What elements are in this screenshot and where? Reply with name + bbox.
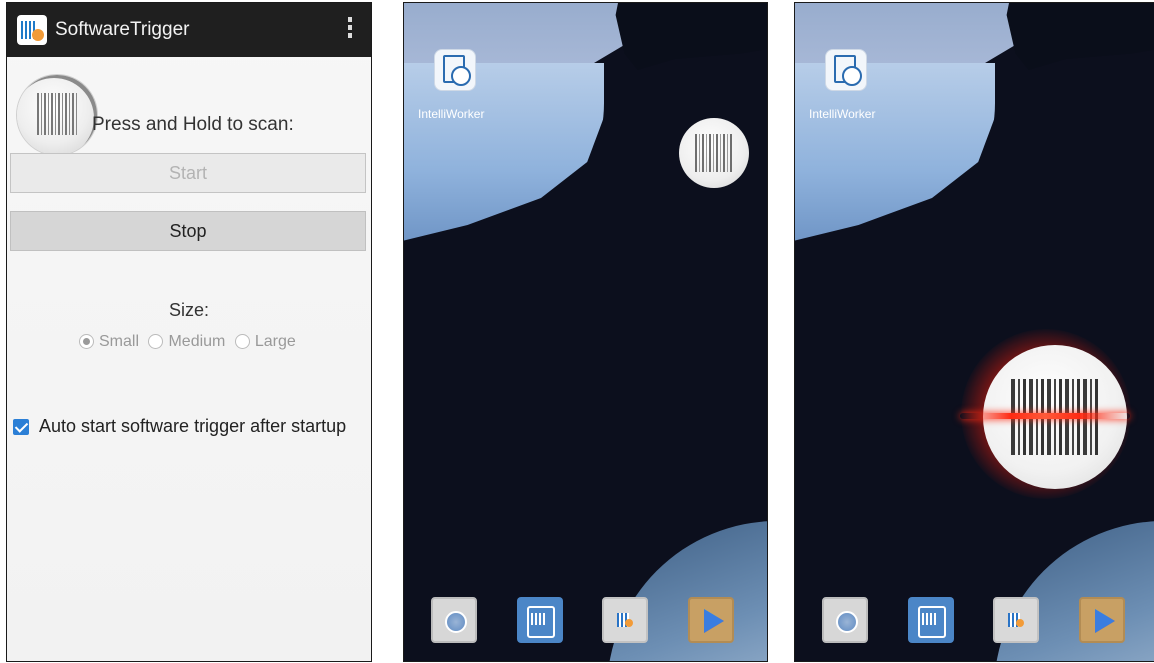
keyboard-app-icon[interactable] [431, 597, 477, 643]
dock [795, 597, 1154, 647]
home-screen-small-trigger: IntelliWorker [403, 2, 768, 662]
software-trigger-app-icon [17, 15, 47, 45]
play-store-icon[interactable] [688, 597, 734, 643]
radio-selected-icon [79, 334, 94, 349]
software-trigger-app-screen: SoftwareTrigger Press and Hold to scan: … [6, 2, 372, 662]
barcode-scan-icon[interactable] [17, 75, 97, 155]
software-trigger-app-icon[interactable] [602, 597, 648, 643]
size-radio-group: Small Medium Large [79, 333, 301, 351]
software-trigger-app-icon[interactable] [993, 597, 1039, 643]
size-option-large[interactable]: Large [234, 333, 301, 351]
laser-line [960, 413, 1130, 419]
auto-start-checkbox[interactable] [13, 419, 29, 435]
size-label: Size: [168, 300, 210, 320]
scan-app-icon[interactable] [908, 597, 954, 643]
app-title: SoftwareTrigger [55, 19, 190, 40]
radio-unselected-icon [234, 334, 250, 349]
wallpaper [404, 63, 604, 243]
intelliworker-app-icon[interactable] [825, 49, 867, 91]
scan-prompt: Press and Hold to scan: [92, 114, 294, 135]
intelliworker-app-icon[interactable] [434, 49, 476, 91]
dock [404, 597, 767, 647]
size-option-small[interactable]: Small [79, 333, 144, 351]
wallpaper [795, 63, 995, 243]
auto-start-label[interactable]: Auto start software trigger after startu… [39, 416, 346, 437]
overflow-menu-icon[interactable] [347, 17, 353, 43]
app-bar: SoftwareTrigger [7, 3, 371, 57]
intelliworker-label: IntelliWorker [809, 107, 876, 121]
stop-button[interactable]: Stop [10, 211, 366, 251]
radio-unselected-icon [148, 334, 164, 349]
floating-trigger-button[interactable] [679, 118, 749, 188]
home-screen-scanning: IntelliWorker [794, 2, 1154, 662]
intelliworker-label: IntelliWorker [418, 107, 485, 121]
start-button[interactable]: Start [10, 153, 366, 193]
barcode-icon [695, 134, 733, 172]
size-option-medium[interactable]: Medium [148, 333, 230, 351]
keyboard-app-icon[interactable] [822, 597, 868, 643]
scan-app-icon[interactable] [517, 597, 563, 643]
play-store-icon[interactable] [1079, 597, 1125, 643]
